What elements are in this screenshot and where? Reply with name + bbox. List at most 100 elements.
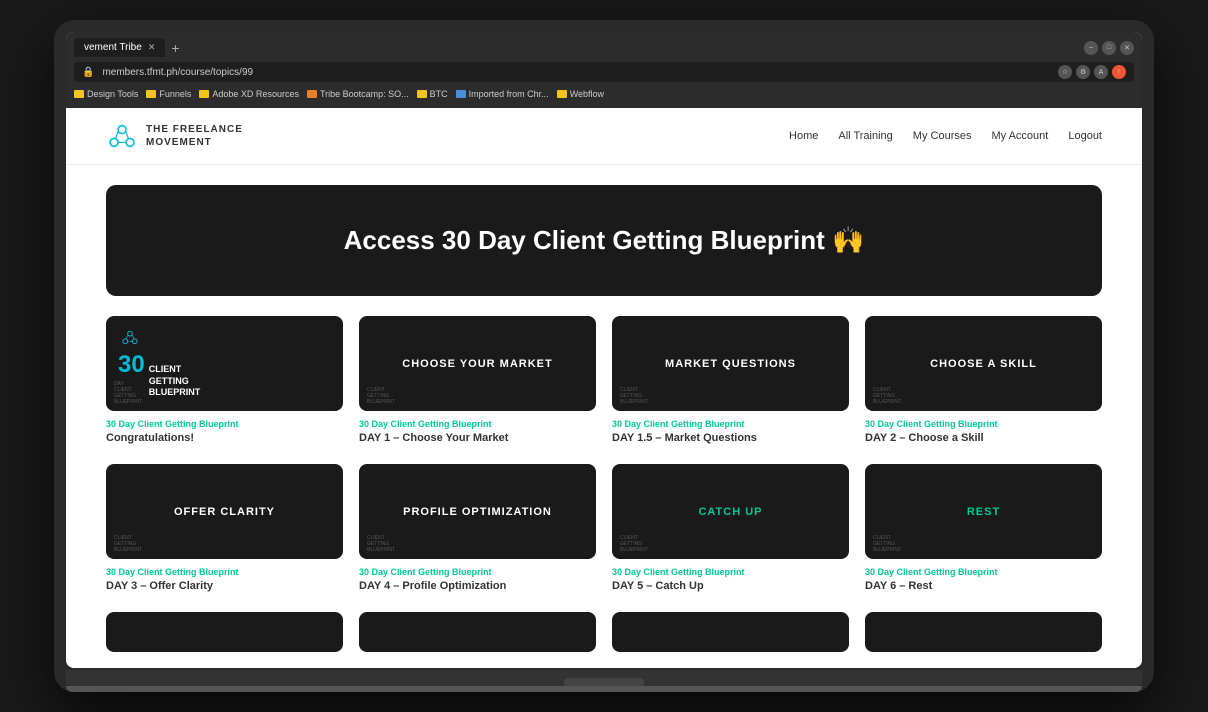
logo[interactable]: THE FREELANCE MOVEMENT bbox=[106, 120, 243, 152]
course-grid-row2: OFFER CLARITY CLIENTGETTINGBLUEPRINT 30 … bbox=[66, 464, 1142, 612]
nav-home[interactable]: Home bbox=[789, 130, 818, 142]
bookmark-folder-icon bbox=[456, 90, 466, 98]
close-button[interactable]: ✕ bbox=[1120, 41, 1134, 55]
new-tab-button[interactable]: + bbox=[171, 40, 179, 56]
course-title-5: DAY 4 – Profile Optimization bbox=[359, 580, 596, 592]
extension-icon[interactable]: ⚙ bbox=[1076, 65, 1090, 79]
bookmark-funnels[interactable]: Funnels bbox=[146, 89, 191, 99]
course-card-2[interactable]: MARKET QUESTIONS CLIENTGETTINGBLUEPRINT … bbox=[612, 316, 849, 444]
tab-label: vement Tribe bbox=[84, 42, 142, 53]
nav-my-account[interactable]: My Account bbox=[991, 130, 1048, 142]
bookmark-design-tools[interactable]: Design Tools bbox=[74, 89, 138, 99]
course-card-4[interactable]: OFFER CLARITY CLIENTGETTINGBLUEPRINT 30 … bbox=[106, 464, 343, 592]
nav-my-courses[interactable]: My Courses bbox=[913, 130, 972, 142]
bookmark-folder-icon bbox=[199, 90, 209, 98]
card-watermark-3: CLIENTGETTINGBLUEPRINT bbox=[873, 387, 901, 405]
bookmark-label: BTC bbox=[430, 89, 448, 99]
notification-icon[interactable]: ! bbox=[1112, 65, 1126, 79]
bookmark-label: Design Tools bbox=[87, 89, 138, 99]
course-card-6[interactable]: CATCH UP CLIENTGETTINGBLUEPRINT 30 Day C… bbox=[612, 464, 849, 592]
tab-close-button[interactable]: ✕ bbox=[148, 42, 156, 53]
course-label-1: 30 Day Client Getting Blueprint bbox=[359, 419, 596, 429]
nav-all-training[interactable]: All Training bbox=[838, 130, 892, 142]
laptop-base bbox=[66, 670, 1142, 686]
partial-card-4 bbox=[865, 612, 1102, 652]
bookmarks-bar: Design Tools Funnels Adobe XD Resources … bbox=[74, 86, 1134, 102]
website-content: THE FREELANCE MOVEMENT Home All Training… bbox=[66, 108, 1142, 668]
bookmark-webflow[interactable]: Webflow bbox=[557, 89, 604, 99]
url-display: members.tfmt.ph/course/topics/99 bbox=[102, 67, 1050, 78]
course-title-3: DAY 2 – Choose a Skill bbox=[865, 432, 1102, 444]
hero-title: Access 30 Day Client Getting Blueprint 🙌 bbox=[146, 225, 1062, 256]
lock-icon: 🔒 bbox=[82, 67, 94, 78]
bookmark-tribe[interactable]: Tribe Bootcamp: SO... bbox=[307, 89, 409, 99]
bookmark-label: Imported from Chr... bbox=[469, 89, 549, 99]
address-bar[interactable]: 🔒 members.tfmt.ph/course/topics/99 ☆ ⚙ A… bbox=[74, 62, 1134, 82]
maximize-button[interactable]: □ bbox=[1102, 41, 1116, 55]
browser-tab-bar: vement Tribe ✕ + – □ ✕ bbox=[74, 38, 1134, 57]
card-title-text: CLIENTGETTINGBLUEPRINT bbox=[149, 364, 201, 399]
bookmark-folder-icon bbox=[146, 90, 156, 98]
course-thumbnail-4: OFFER CLARITY CLIENTGETTINGBLUEPRINT bbox=[106, 464, 343, 559]
course-card-0[interactable]: 30 CLIENTGETTINGBLUEPRINT DAYCLIENTGETTI… bbox=[106, 316, 343, 444]
nav-links: Home All Training My Courses My Account … bbox=[789, 130, 1102, 142]
thumb-overlay-1: CHOOSE YOUR MARKET bbox=[402, 358, 552, 370]
course-label-7: 30 Day Client Getting Blueprint bbox=[865, 567, 1102, 577]
course-label-3: 30 Day Client Getting Blueprint bbox=[865, 419, 1102, 429]
bookmark-btc[interactable]: BTC bbox=[417, 89, 448, 99]
card-watermark-1: CLIENTGETTINGBLUEPRINT bbox=[367, 387, 395, 405]
course-card-3[interactable]: CHOOSE A SKILL CLIENTGETTINGBLUEPRINT 30… bbox=[865, 316, 1102, 444]
course-title-1: DAY 1 – Choose Your Market bbox=[359, 432, 596, 444]
thumb-overlay-7: REST bbox=[967, 506, 1000, 518]
thumb-overlay-4: OFFER CLARITY bbox=[174, 506, 275, 518]
logo-line2: MOVEMENT bbox=[146, 136, 243, 149]
card-watermark-2: CLIENTGETTINGBLUEPRINT bbox=[620, 387, 648, 405]
nav-logout[interactable]: Logout bbox=[1068, 130, 1102, 142]
laptop-notch bbox=[564, 678, 644, 686]
course-thumbnail-0: 30 CLIENTGETTINGBLUEPRINT DAYCLIENTGETTI… bbox=[106, 316, 343, 411]
course-label-4: 30 Day Client Getting Blueprint bbox=[106, 567, 343, 577]
laptop-screen: vement Tribe ✕ + – □ ✕ 🔒 members.tfmt.ph… bbox=[66, 32, 1142, 668]
course-thumbnail-2: MARKET QUESTIONS CLIENTGETTINGBLUEPRINT bbox=[612, 316, 849, 411]
course-thumbnail-1: CHOOSE YOUR MARKET CLIENTGETTINGBLUEPRIN… bbox=[359, 316, 596, 411]
bookmark-label: Webflow bbox=[570, 89, 604, 99]
card-watermark-4: CLIENTGETTINGBLUEPRINT bbox=[114, 535, 142, 553]
profile-icon[interactable]: A bbox=[1094, 65, 1108, 79]
card-watermark-6: CLIENTGETTINGBLUEPRINT bbox=[620, 535, 648, 553]
bookmark-imported[interactable]: Imported from Chr... bbox=[456, 89, 549, 99]
course-grid-row1: 30 CLIENTGETTINGBLUEPRINT DAYCLIENTGETTI… bbox=[66, 316, 1142, 464]
thumb-overlay-6: CATCH UP bbox=[698, 506, 762, 518]
active-tab[interactable]: vement Tribe ✕ bbox=[74, 38, 165, 57]
partial-card-2 bbox=[359, 612, 596, 652]
minimize-button[interactable]: – bbox=[1084, 41, 1098, 55]
card-watermark-7: CLIENTGETTINGBLUEPRINT bbox=[873, 535, 901, 553]
site-nav: THE FREELANCE MOVEMENT Home All Training… bbox=[66, 108, 1142, 165]
course-title-4: DAY 3 – Offer Clarity bbox=[106, 580, 343, 592]
browser-chrome: vement Tribe ✕ + – □ ✕ 🔒 members.tfmt.ph… bbox=[66, 32, 1142, 108]
course-thumbnail-5: PROFILE OPTIMIZATION CLIENTGETTINGBLUEPR… bbox=[359, 464, 596, 559]
partial-card-3 bbox=[612, 612, 849, 652]
thumb-overlay-3: CHOOSE A SKILL bbox=[930, 358, 1037, 370]
card-logo-icon bbox=[118, 328, 142, 347]
bookmark-label: Funnels bbox=[159, 89, 191, 99]
card-watermark-5: CLIENTGETTINGBLUEPRINT bbox=[367, 535, 395, 553]
course-card-7[interactable]: REST CLIENTGETTINGBLUEPRINT 30 Day Clien… bbox=[865, 464, 1102, 592]
course-thumbnail-3: CHOOSE A SKILL CLIENTGETTINGBLUEPRINT bbox=[865, 316, 1102, 411]
course-card-1[interactable]: CHOOSE YOUR MARKET CLIENTGETTINGBLUEPRIN… bbox=[359, 316, 596, 444]
bookmark-adobe[interactable]: Adobe XD Resources bbox=[199, 89, 299, 99]
course-title-0: Congratulations! bbox=[106, 432, 343, 444]
course-thumbnail-6: CATCH UP CLIENTGETTINGBLUEPRINT bbox=[612, 464, 849, 559]
course-label-5: 30 Day Client Getting Blueprint bbox=[359, 567, 596, 577]
bookmark-label: Adobe XD Resources bbox=[212, 89, 299, 99]
course-label-0: 30 Day Client Getting Blueprint bbox=[106, 419, 343, 429]
logo-icon bbox=[106, 120, 138, 152]
bookmark-folder-icon bbox=[417, 90, 427, 98]
bookmark-label: Tribe Bootcamp: SO... bbox=[320, 89, 409, 99]
bookmark-icon[interactable]: ☆ bbox=[1058, 65, 1072, 79]
course-card-5[interactable]: PROFILE OPTIMIZATION CLIENTGETTINGBLUEPR… bbox=[359, 464, 596, 592]
logo-text-block: THE FREELANCE MOVEMENT bbox=[146, 123, 243, 149]
bookmark-folder-icon bbox=[307, 90, 317, 98]
thumb-overlay-5: PROFILE OPTIMIZATION bbox=[403, 506, 552, 518]
course-title-7: DAY 6 – Rest bbox=[865, 580, 1102, 592]
course-title-2: DAY 1.5 – Market Questions bbox=[612, 432, 849, 444]
